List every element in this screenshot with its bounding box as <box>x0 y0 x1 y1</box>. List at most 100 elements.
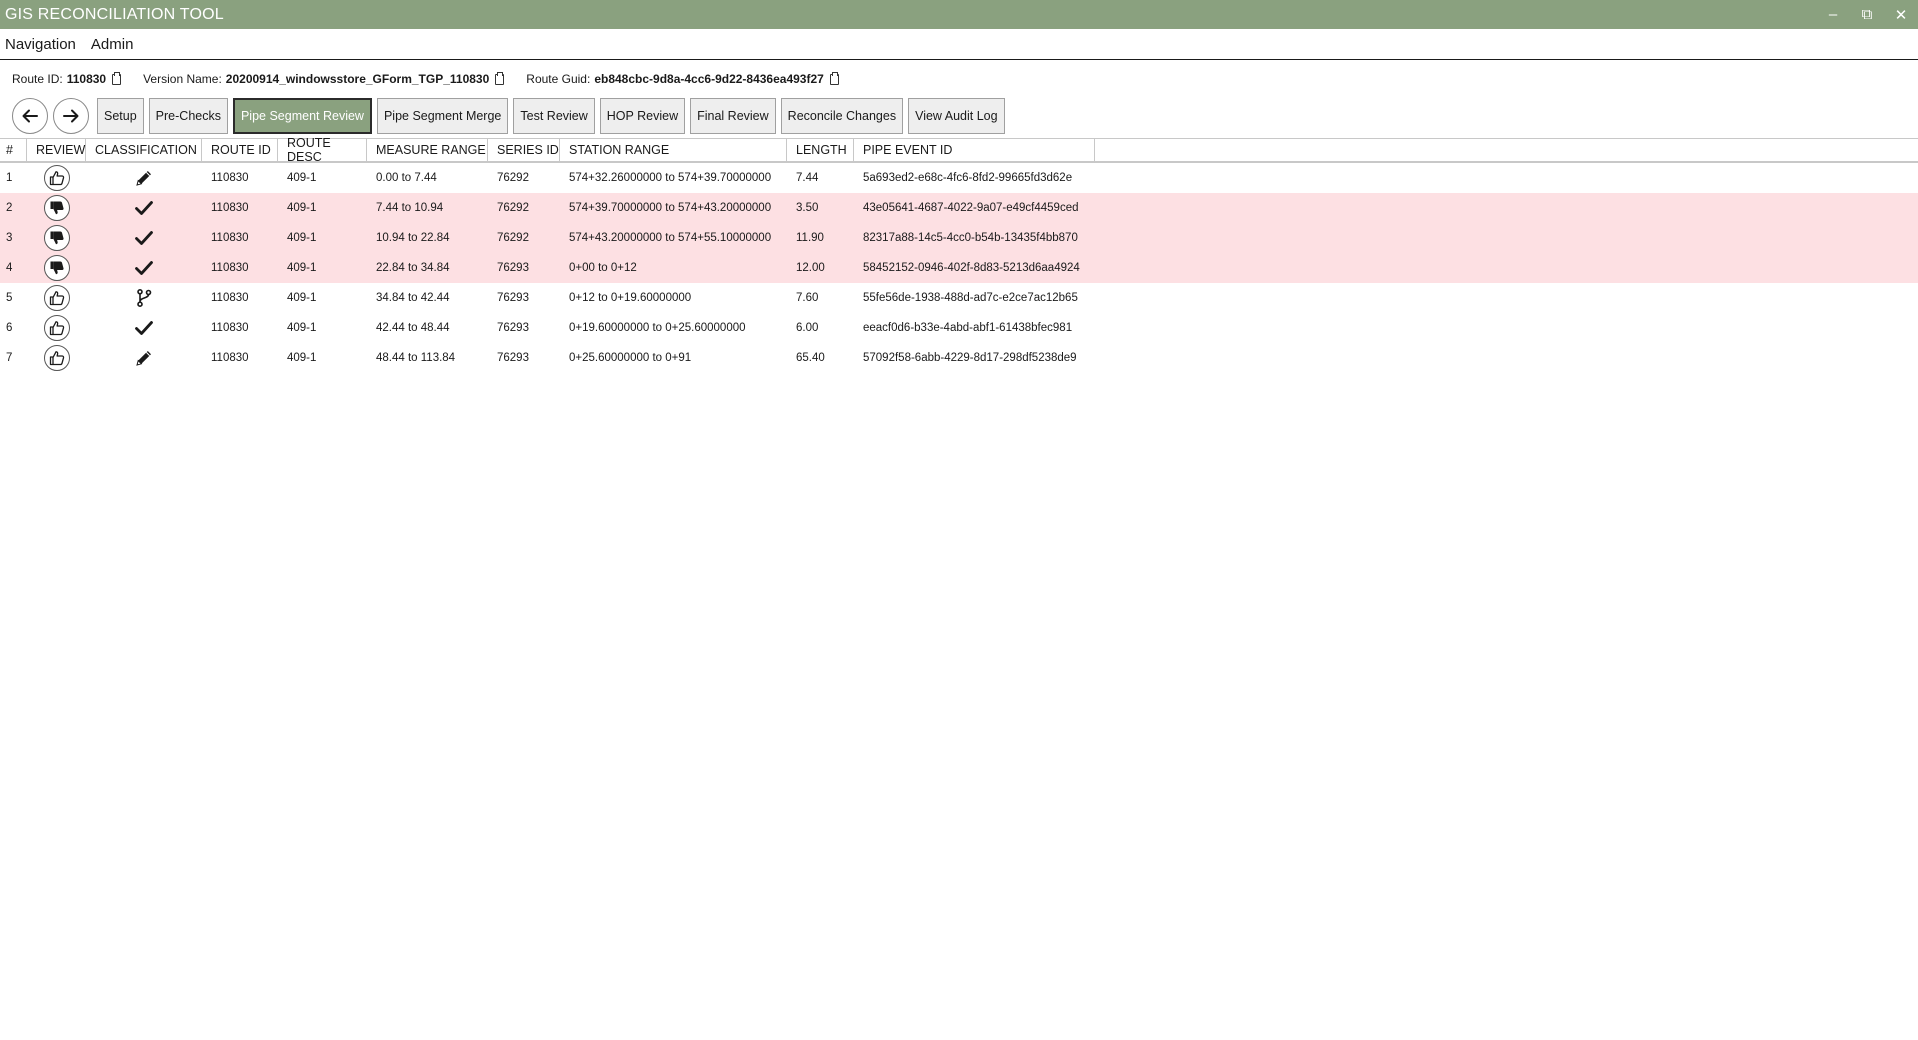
review-cell <box>27 253 86 283</box>
measure-range-cell: 0.00 to 7.44 <box>376 172 437 184</box>
test-review-button[interactable]: Test Review <box>513 98 595 134</box>
col-header-series-id[interactable]: SERIES ID <box>488 139 560 161</box>
col-header-route-desc[interactable]: ROUTE DESC <box>278 136 367 164</box>
col-header-station-range[interactable]: STATION RANGE <box>560 139 787 161</box>
hop-review-button[interactable]: HOP Review <box>599 98 686 134</box>
review-toggle[interactable] <box>43 195 70 221</box>
classification-icon-slot[interactable] <box>134 288 154 308</box>
thumbs-up-icon <box>49 321 64 336</box>
route-id-value: 110830 <box>66 72 107 86</box>
review-toggle[interactable] <box>43 315 70 341</box>
thumbs-down-icon <box>50 201 64 215</box>
close-button[interactable]: ✕ <box>1884 0 1918 29</box>
measure-range-cell: 34.84 to 42.44 <box>376 292 450 304</box>
pre-checks-button[interactable]: Pre-Checks <box>148 98 228 134</box>
view-audit-log-button[interactable]: View Audit Log <box>908 98 1005 134</box>
back-button[interactable] <box>12 98 48 134</box>
version-name-group: Version Name: 20200914_windowsstore_GFor… <box>143 71 505 86</box>
review-cell <box>27 193 86 223</box>
minimize-button[interactable]: – <box>1816 0 1850 29</box>
classification-cell <box>86 253 202 283</box>
pipe-event-id-cell: 55fe56de-1938-488d-ad7c-e2ce7ac12b65 <box>863 292 1078 304</box>
check-icon <box>135 261 153 275</box>
row-number: 1 <box>6 172 13 184</box>
grid-header: # REVIEW CLASSIFICATION ROUTE ID ROUTE D… <box>0 136 1918 164</box>
col-header-num[interactable]: # <box>0 139 27 161</box>
forward-button[interactable] <box>53 98 89 134</box>
review-cell <box>27 163 86 193</box>
row-number: 7 <box>6 352 13 364</box>
review-toggle[interactable] <box>43 285 70 311</box>
classification-cell <box>86 313 202 343</box>
table-row[interactable]: 5 110830 409-1 34.84 to 42.44 76293 0+12… <box>0 283 1918 313</box>
length-cell: 3.50 <box>796 202 819 214</box>
classification-icon-slot[interactable] <box>134 258 154 278</box>
window-controls: – ⧉ ✕ <box>1816 0 1918 29</box>
pipe-segment-review-button[interactable]: Pipe Segment Review <box>232 98 372 134</box>
series-id-cell: 76292 <box>497 172 529 184</box>
table-row[interactable]: 3 110830 409-1 10.94 to 22.84 76292 574+… <box>0 223 1918 253</box>
check-icon <box>135 321 153 335</box>
table-row[interactable]: 4 110830 409-1 22.84 to 34.84 76293 0+00… <box>0 253 1918 283</box>
review-toggle[interactable] <box>43 165 70 191</box>
classification-cell <box>86 283 202 313</box>
restore-icon: ⧉ <box>1861 6 1873 23</box>
table-row[interactable]: 1 110830 409-1 0.00 to 7.44 76292 574+32… <box>0 163 1918 193</box>
length-cell: 65.40 <box>796 352 825 364</box>
menu-admin[interactable]: Admin <box>87 36 145 53</box>
table-row[interactable]: 2 110830 409-1 7.44 to 10.94 76292 574+3… <box>0 193 1918 223</box>
station-range-cell: 0+19.60000000 to 0+25.60000000 <box>569 322 746 334</box>
route-id-cell: 110830 <box>211 172 249 184</box>
col-header-measure-range[interactable]: MEASURE RANGE <box>367 139 488 161</box>
col-header-pipe-event-id[interactable]: PIPE EVENT ID <box>854 139 1095 161</box>
final-review-button[interactable]: Final Review <box>690 98 776 134</box>
pipe-segment-merge-button[interactable]: Pipe Segment Merge <box>376 98 509 134</box>
copy-route-id-icon[interactable] <box>112 71 122 85</box>
review-toggle[interactable] <box>43 345 70 371</box>
classification-icon-slot[interactable] <box>134 198 154 218</box>
setup-button[interactable]: Setup <box>97 98 144 134</box>
grid-body: 1 110830 409-1 0.00 to 7.44 76292 574+32… <box>0 163 1918 373</box>
measure-range-cell: 7.44 to 10.94 <box>376 202 444 214</box>
review-toggle[interactable] <box>43 225 70 251</box>
col-header-review[interactable]: REVIEW <box>27 139 86 161</box>
route-guid-value: eb848cbc-9d8a-4cc6-9d22-8436ea493f27 <box>594 72 824 86</box>
title-bar: GIS RECONCILIATION TOOL – ⧉ ✕ <box>0 0 1918 29</box>
route-desc-cell: 409-1 <box>287 292 317 304</box>
measure-range-cell: 22.84 to 34.84 <box>376 262 450 274</box>
classification-cell <box>86 223 202 253</box>
classification-icon-slot[interactable] <box>134 348 154 368</box>
station-range-cell: 0+00 to 0+12 <box>569 262 637 274</box>
row-number: 5 <box>6 292 13 304</box>
station-range-cell: 574+43.20000000 to 574+55.10000000 <box>569 232 772 244</box>
route-id-group: Route ID: 110830 <box>12 71 122 86</box>
col-header-route-id[interactable]: ROUTE ID <box>202 139 278 161</box>
review-toggle[interactable] <box>43 255 70 281</box>
col-header-classification[interactable]: CLASSIFICATION <box>86 139 202 161</box>
series-id-cell: 76292 <box>497 232 529 244</box>
length-cell: 12.00 <box>796 262 825 274</box>
classification-icon-slot[interactable] <box>134 228 154 248</box>
pipe-event-id-cell: 57092f58-6abb-4229-8d17-298df5238de9 <box>863 352 1077 364</box>
thumbs-down-icon <box>50 261 64 275</box>
check-icon <box>135 201 153 215</box>
classification-icon-slot[interactable] <box>134 318 154 338</box>
classification-icon-slot[interactable] <box>134 168 154 188</box>
table-row[interactable]: 7 110830 409-1 48.44 to 113.84 76293 0+2… <box>0 343 1918 373</box>
check-icon <box>135 231 153 245</box>
restore-button[interactable]: ⧉ <box>1850 0 1884 29</box>
measure-range-cell: 48.44 to 113.84 <box>376 352 456 364</box>
pipe-segment-grid: # REVIEW CLASSIFICATION ROUTE ID ROUTE D… <box>0 136 1918 373</box>
length-cell: 11.90 <box>796 232 824 244</box>
table-row[interactable]: 6 110830 409-1 42.44 to 48.44 76293 0+19… <box>0 313 1918 343</box>
series-id-cell: 76293 <box>497 322 529 334</box>
copy-version-name-icon[interactable] <box>495 71 505 85</box>
reconcile-changes-button[interactable]: Reconcile Changes <box>780 98 904 134</box>
length-cell: 7.44 <box>796 172 819 184</box>
col-header-filler <box>1095 139 1918 161</box>
pipe-event-id-cell: 43e05641-4687-4022-9a07-e49cf4459ced <box>863 202 1079 214</box>
col-header-length[interactable]: LENGTH <box>787 139 854 161</box>
menu-navigation[interactable]: Navigation <box>0 36 87 53</box>
copy-route-guid-icon[interactable] <box>829 71 839 85</box>
route-id-label: Route ID: <box>12 72 63 86</box>
